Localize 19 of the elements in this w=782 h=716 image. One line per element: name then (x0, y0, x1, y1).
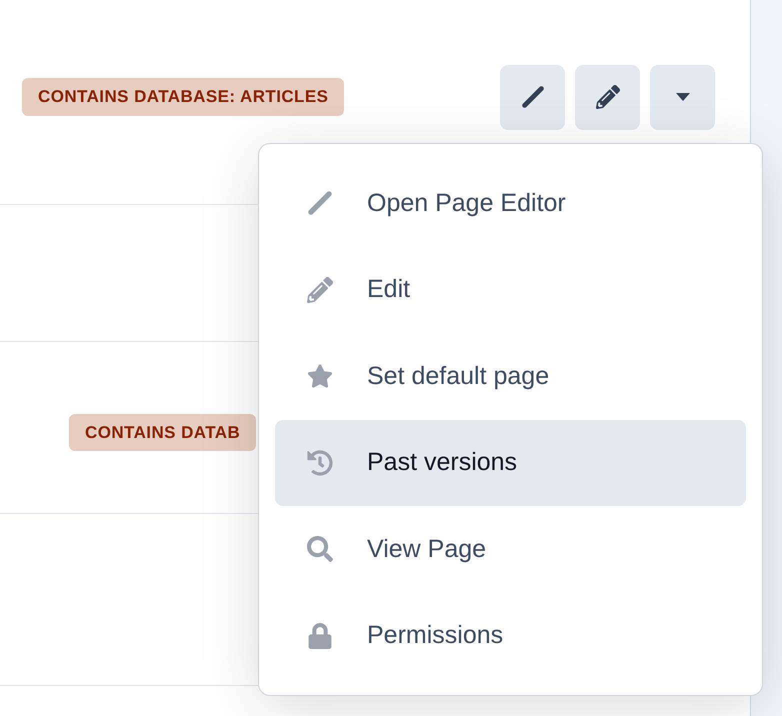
menu-item[interactable]: Set default page (275, 333, 746, 420)
edit-button[interactable] (500, 64, 565, 130)
star-icon (307, 363, 333, 390)
menu-item[interactable]: Edit (275, 246, 746, 333)
pen-icon (307, 190, 333, 216)
menu-item[interactable]: Permissions (275, 592, 746, 679)
menu-item[interactable]: Open Page Editor (275, 160, 746, 246)
pencil-icon (307, 276, 333, 303)
caret-icon (674, 92, 690, 102)
pencil-icon (596, 85, 620, 109)
database-badge: CONTAINS DATAB (69, 414, 256, 452)
search-icon (307, 536, 333, 562)
menu-item[interactable]: View Page (275, 506, 746, 592)
menu-item[interactable]: Past versions (275, 420, 746, 506)
lock-icon (307, 622, 333, 649)
database-badge: CONTAINS DATABASE: ARTICLES (22, 78, 344, 116)
edit-button[interactable] (575, 64, 640, 130)
pen-icon (520, 85, 544, 109)
history-icon (307, 450, 333, 476)
